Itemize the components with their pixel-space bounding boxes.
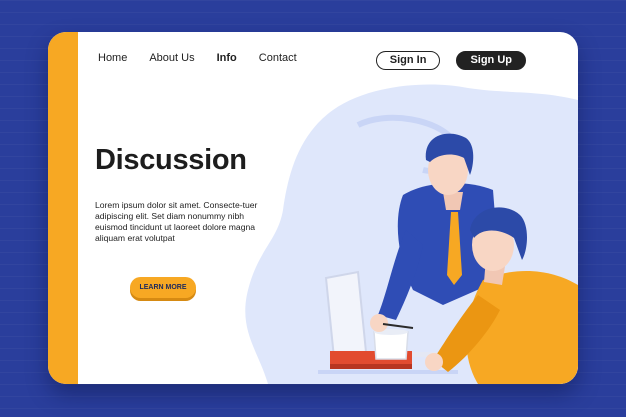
landing-card: Home About Us Info Contact Sign In Sign …	[48, 32, 578, 384]
nav-item-info[interactable]: Info	[217, 52, 237, 64]
sign-up-button[interactable]: Sign Up	[456, 51, 526, 70]
nav-item-contact[interactable]: Contact	[259, 52, 297, 64]
hero-description: Lorem ipsum dolor sit amet. Consecte-tue…	[95, 199, 258, 243]
auth-buttons: Sign In Sign Up	[375, 51, 526, 70]
coffee-mug	[373, 331, 409, 360]
laptop-screen	[324, 270, 368, 360]
standing-man-hand	[370, 314, 388, 332]
nav-item-home[interactable]: Home	[98, 52, 127, 64]
page-title: Discussion	[95, 144, 247, 176]
two-people-discussing-at-laptop-illustration	[245, 84, 578, 384]
seated-man-hand	[425, 353, 443, 371]
main-nav: Home About Us Info Contact	[98, 52, 297, 64]
accent-stripe	[48, 32, 78, 384]
nav-item-about-us[interactable]: About Us	[149, 52, 194, 64]
learn-more-button[interactable]: LEARN MORE	[130, 277, 196, 298]
sign-in-button[interactable]: Sign In	[375, 51, 441, 70]
